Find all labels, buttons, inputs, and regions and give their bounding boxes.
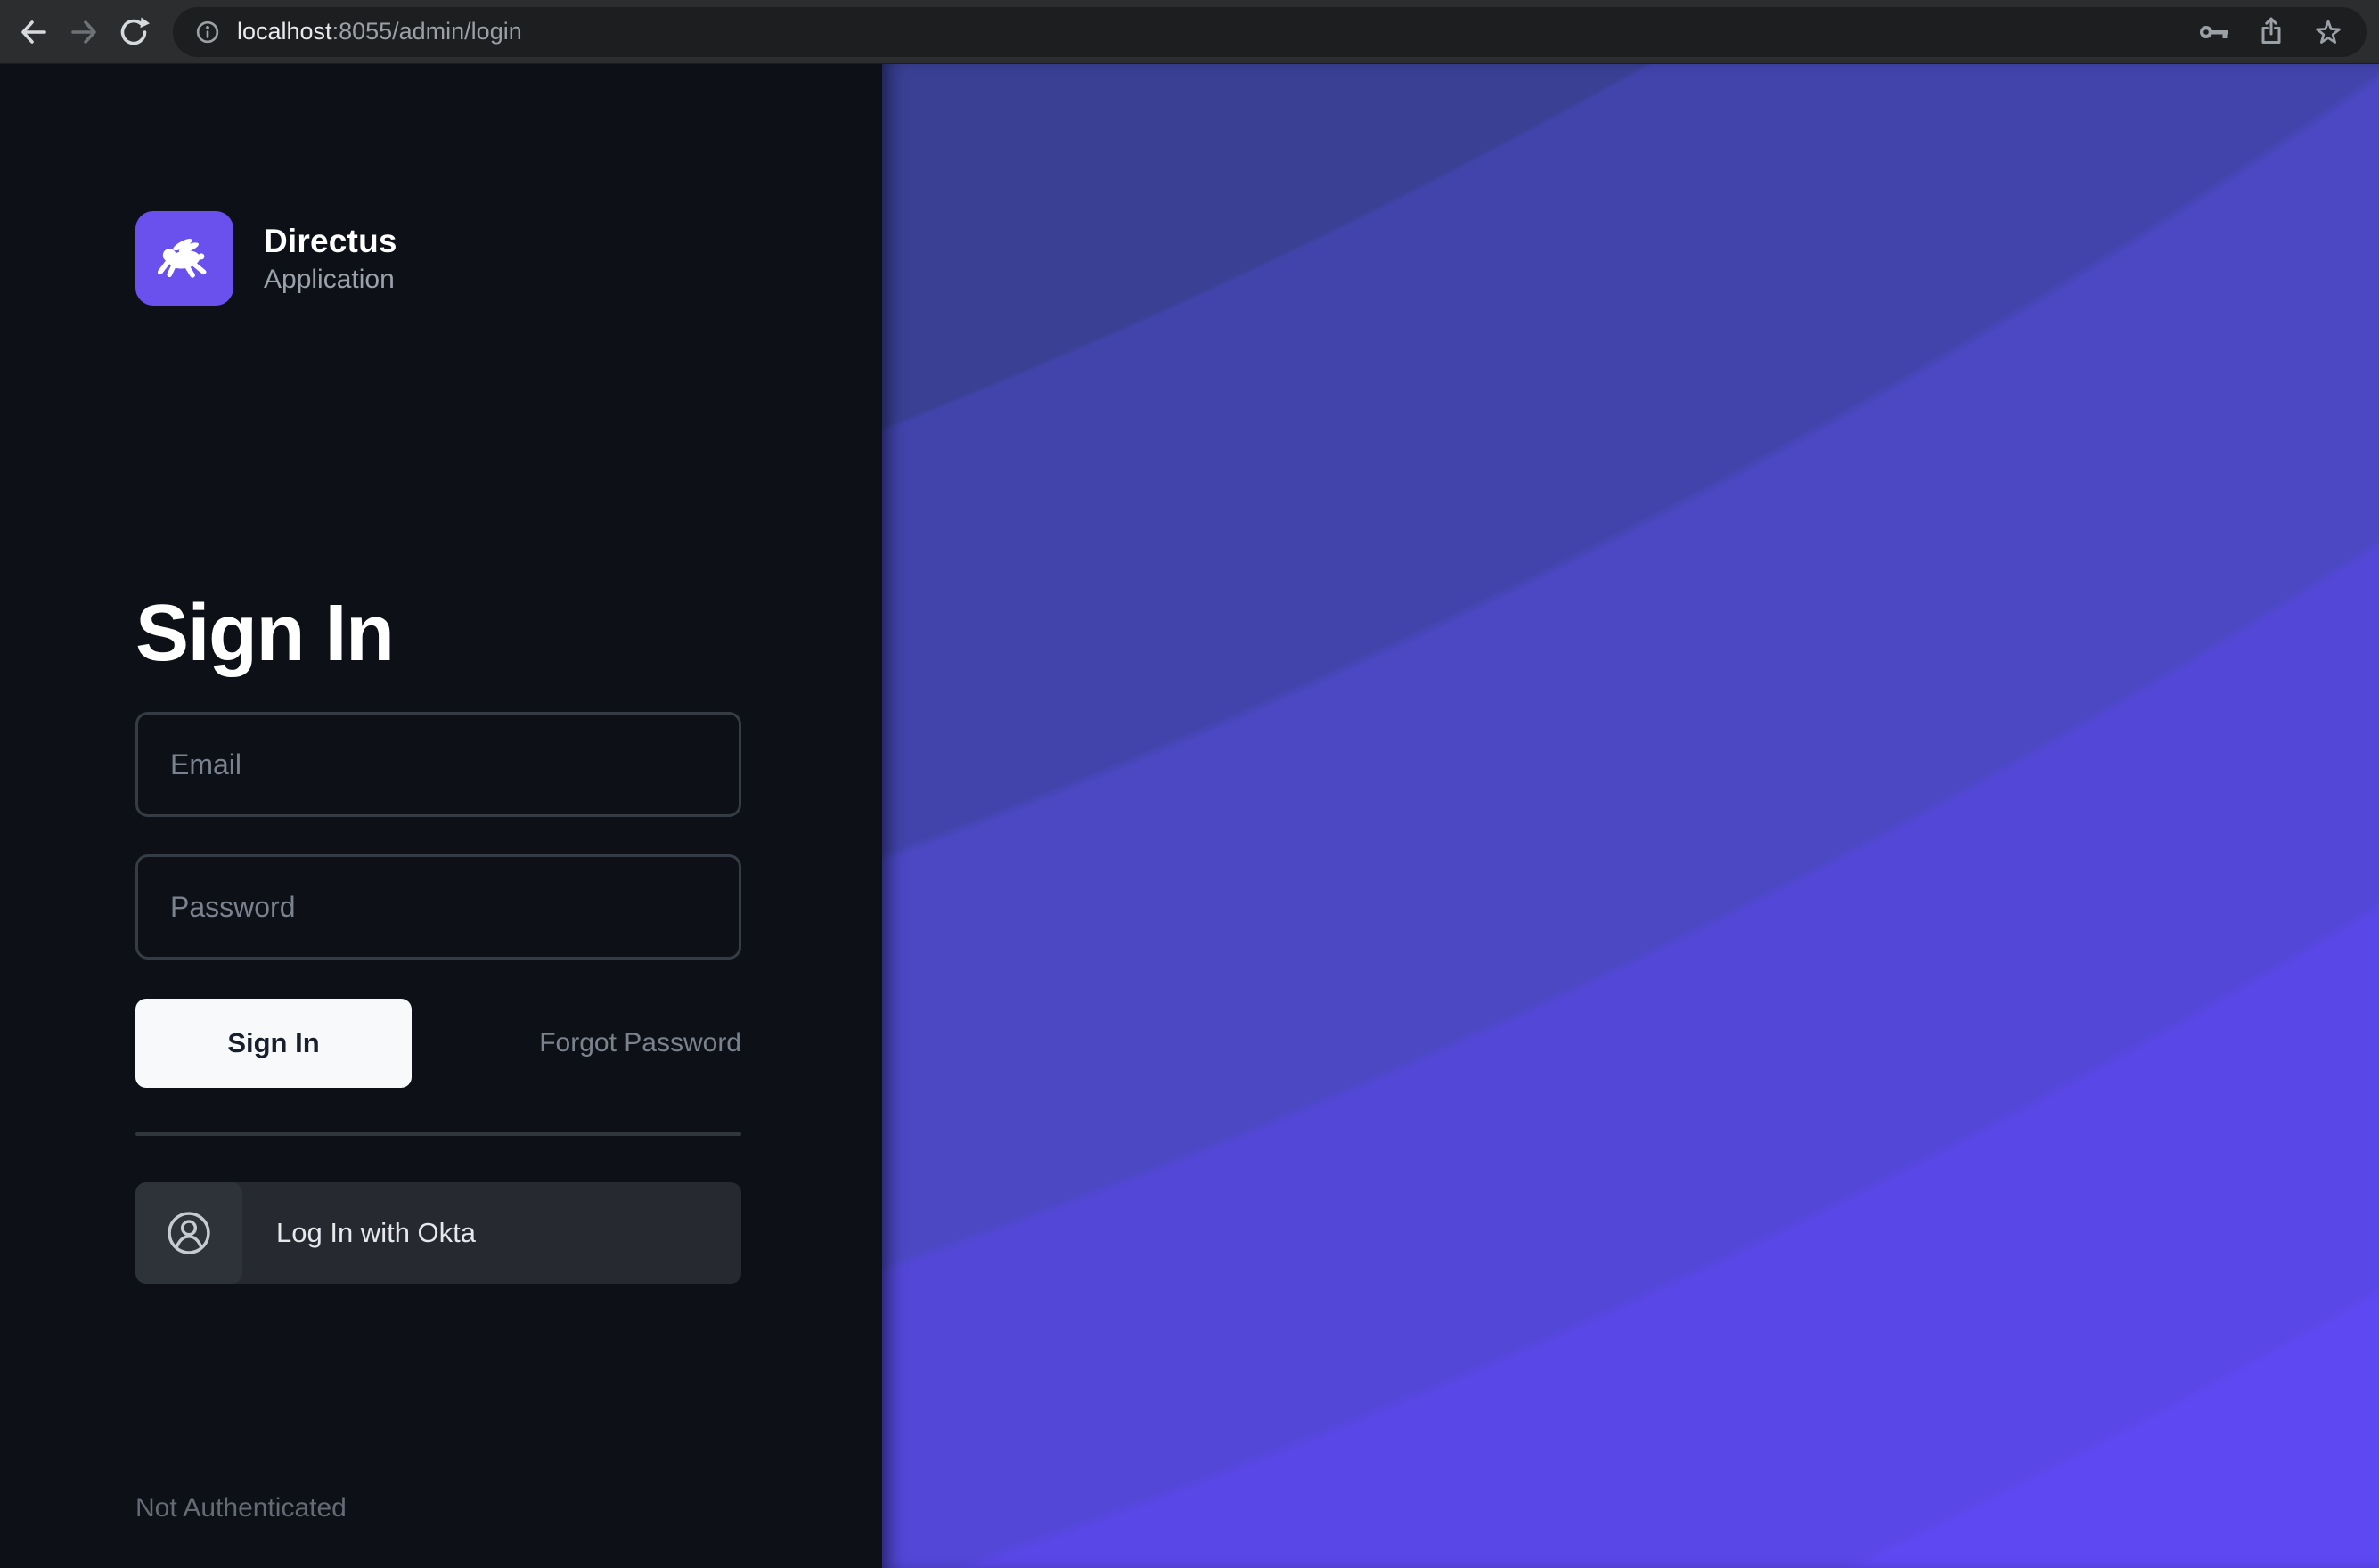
brand: Directus Application [135,211,741,306]
back-button[interactable] [9,7,59,57]
url-text: localhost:8055/admin/login [237,18,2194,45]
okta-login-label: Log In with Okta [276,1217,476,1249]
url-path: :8055/admin/login [332,18,522,45]
password-input[interactable] [135,854,741,960]
site-info-icon[interactable] [187,12,228,53]
sign-in-button[interactable]: Sign In [135,999,412,1088]
reload-button[interactable] [109,7,159,57]
divider [135,1132,741,1136]
page-title: Sign In [135,589,741,678]
brand-subtitle: Application [264,265,397,295]
forgot-password-link[interactable]: Forgot Password [539,1028,741,1058]
login-form: Sign In Forgot Password [135,712,741,1088]
url-host: localhost [237,18,332,45]
forward-button[interactable] [59,7,109,57]
brand-text: Directus Application [264,223,397,295]
screen: localhost:8055/admin/login [0,0,2379,1568]
login-page: Directus Application Sign In Sign In For… [0,64,2379,1568]
password-key-icon[interactable] [2194,12,2235,53]
browser-toolbar: localhost:8055/admin/login [0,0,2379,64]
rabbit-icon [153,227,216,290]
share-icon[interactable] [2251,12,2292,53]
artwork-panel [882,64,2379,1568]
form-actions: Sign In Forgot Password [135,999,741,1088]
okta-icon-cell [135,1182,242,1284]
directus-logo [135,211,233,306]
auth-status: Not Authenticated [135,1493,347,1523]
login-panel: Directus Application Sign In Sign In For… [0,64,882,1568]
forward-arrow-icon [66,14,102,50]
okta-login-button[interactable]: Log In with Okta [135,1182,741,1284]
reload-icon [116,14,151,50]
bookmark-star-icon[interactable] [2308,12,2349,53]
account-circle-icon [165,1209,213,1257]
back-arrow-icon [16,14,52,50]
email-input[interactable] [135,712,741,817]
address-bar[interactable]: localhost:8055/admin/login [173,7,2367,57]
brand-name: Directus [264,223,397,260]
